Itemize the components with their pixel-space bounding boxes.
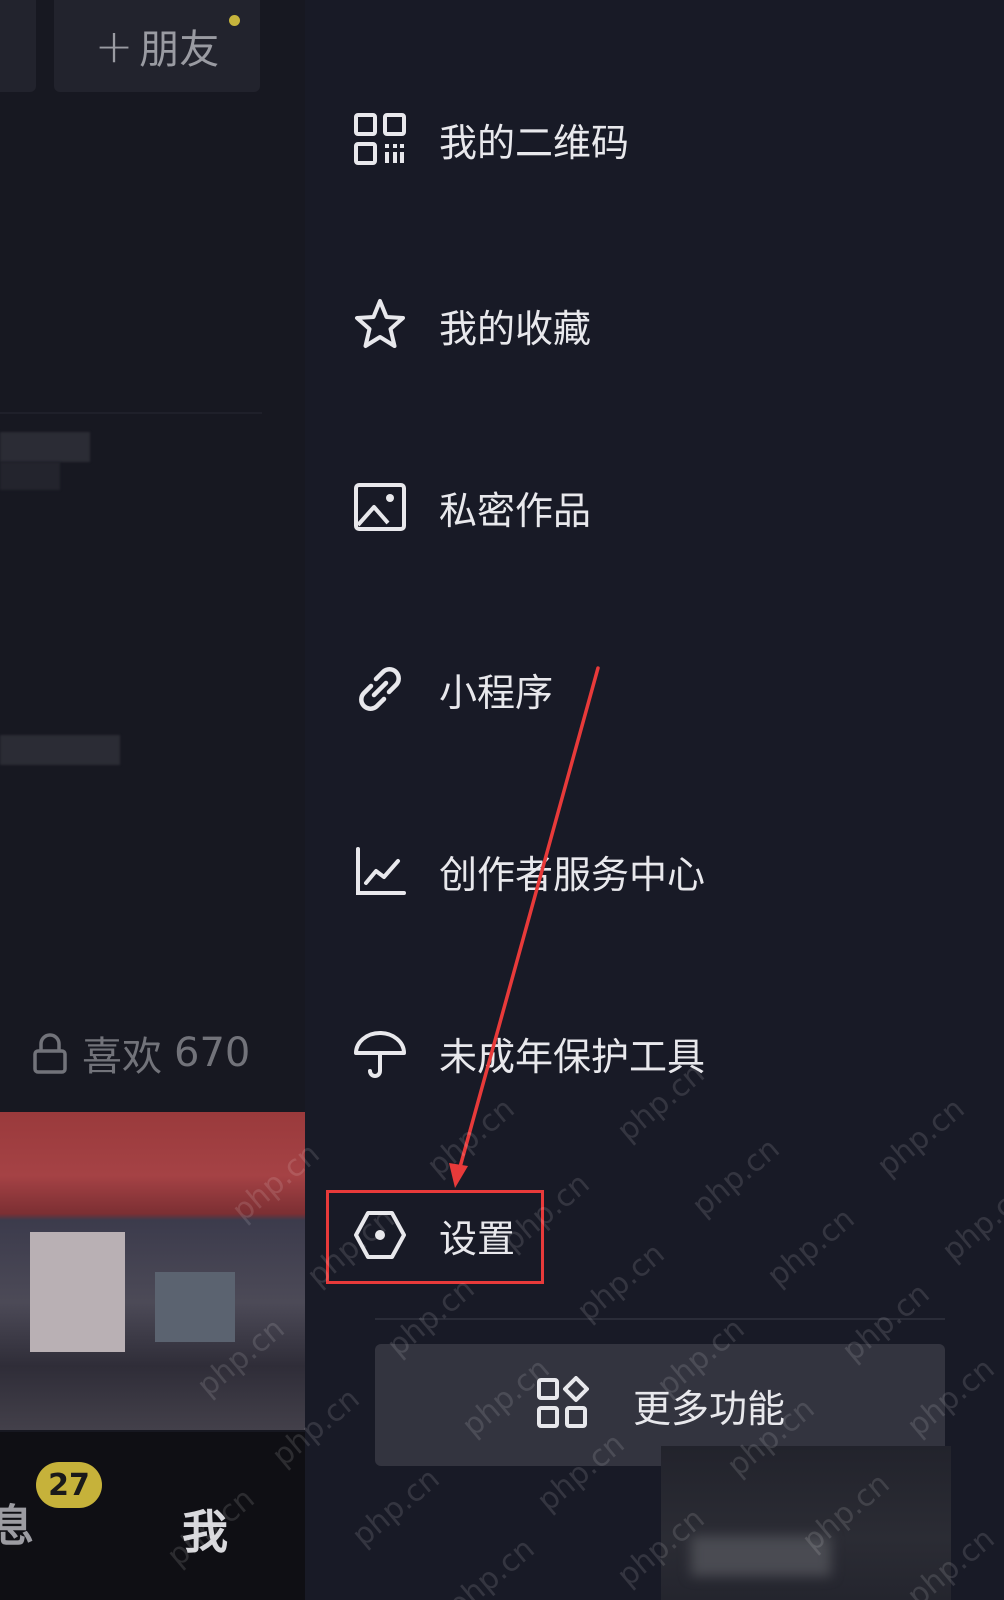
menu-label: 小程序 (439, 670, 554, 715)
umbrella-icon (351, 1024, 409, 1082)
menu-item-qr-code[interactable]: 我的二维码 (305, 84, 1004, 194)
likes-tab[interactable]: 喜欢 670 (30, 1030, 251, 1080)
menu-label: 私密作品 (439, 488, 592, 533)
divider (0, 412, 262, 414)
pixelated-block (155, 1272, 235, 1342)
pixelated-block (30, 1232, 125, 1352)
edit-profile-button-partial[interactable] (0, 0, 36, 92)
link-icon (351, 660, 409, 718)
settings-highlight-box (326, 1190, 544, 1284)
add-friend-label: 朋友 (139, 27, 220, 73)
add-friend-button[interactable]: + 朋友 (54, 0, 260, 92)
likes-label: 喜欢 (82, 1034, 162, 1080)
bottom-nav (0, 1432, 305, 1600)
nav-me-label[interactable]: 我 (182, 1496, 228, 1562)
menu-item-favorites[interactable]: 我的收藏 (305, 270, 1004, 380)
menu-item-creator-center[interactable]: 创作者服务中心 (305, 816, 1004, 926)
blurred-area (661, 1446, 951, 1600)
likes-count: 670 (174, 1030, 251, 1076)
plus-icon: + (94, 19, 134, 73)
menu-item-minor-protection[interactable]: 未成年保护工具 (305, 998, 1004, 1108)
side-drawer-menu: 我的二维码 我的收藏 私密作品 小程序 创作者服务中心 未成年保护工具 设置 更… (305, 0, 1004, 1600)
qr-code-icon (351, 110, 409, 168)
star-icon (351, 296, 409, 354)
blurred-text (691, 1536, 831, 1576)
menu-label: 未成年保护工具 (439, 1034, 706, 1079)
chart-line-icon (351, 842, 409, 900)
blurred-text (0, 432, 90, 462)
screen: + 朋友 喜欢 670 息 27 我 我的二维码 我的收藏 私密作品 小程序 创… (0, 0, 1004, 1600)
menu-label: 我的二维码 (439, 120, 630, 165)
private-image-icon (351, 478, 409, 536)
notification-dot (229, 15, 240, 26)
blurred-text (0, 462, 60, 490)
divider (375, 1318, 945, 1320)
messages-badge: 27 (36, 1462, 102, 1508)
more-features-label: 更多功能 (632, 1386, 785, 1431)
lock-icon (30, 1031, 70, 1075)
apps-grid-icon (535, 1376, 589, 1434)
blurred-text (0, 735, 120, 765)
video-thumbnail[interactable] (0, 1112, 305, 1430)
menu-label: 创作者服务中心 (439, 852, 706, 897)
menu-item-private-works[interactable]: 私密作品 (305, 452, 1004, 562)
menu-item-mini-programs[interactable]: 小程序 (305, 634, 1004, 744)
nav-messages-label[interactable]: 息 (0, 1490, 34, 1554)
menu-label: 我的收藏 (439, 306, 592, 351)
profile-page-dimmed[interactable]: + 朋友 喜欢 670 息 27 我 (0, 0, 305, 1600)
